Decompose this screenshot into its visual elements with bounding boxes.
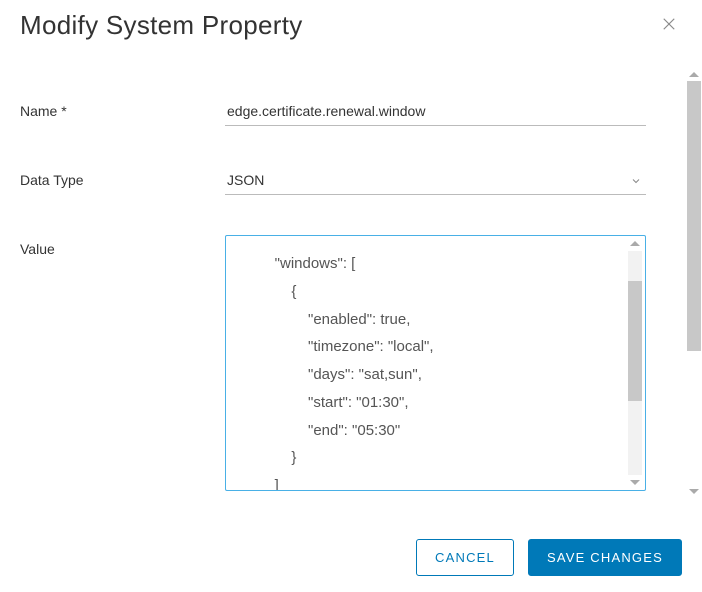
- dialog-body: Name * Data Type JSON: [20, 49, 682, 479]
- scroll-track: [687, 81, 701, 485]
- value-scrollbar[interactable]: [627, 238, 643, 488]
- close-button[interactable]: [656, 11, 682, 40]
- name-label-text: Name: [20, 103, 57, 119]
- cancel-button[interactable]: Cancel: [416, 539, 514, 576]
- datatype-row: Data Type JSON: [20, 166, 646, 195]
- modify-system-property-dialog: Modify System Property Name * Data Ty: [0, 0, 702, 592]
- required-mark: *: [61, 103, 66, 119]
- value-textarea[interactable]: [226, 236, 645, 490]
- scroll-up-icon: [689, 72, 699, 77]
- chevron-down-icon: [630, 174, 642, 190]
- scroll-up-icon: [630, 241, 640, 246]
- datatype-label: Data Type: [20, 166, 225, 188]
- scroll-thumb[interactable]: [628, 281, 642, 401]
- scroll-down-icon: [689, 489, 699, 494]
- name-label: Name *: [20, 97, 225, 119]
- value-label: Value: [20, 235, 225, 257]
- value-textarea-wrap: [225, 235, 646, 491]
- dialog-footer: Cancel Save Changes: [416, 539, 682, 576]
- dialog-scrollbar[interactable]: [686, 70, 702, 496]
- scroll-thumb[interactable]: [687, 81, 701, 351]
- dialog-title: Modify System Property: [20, 10, 303, 41]
- close-icon: [660, 15, 678, 36]
- name-row: Name *: [20, 97, 646, 126]
- scroll-down-icon: [630, 480, 640, 485]
- scroll-track: [628, 251, 642, 475]
- form-area: Name * Data Type JSON: [20, 49, 682, 491]
- datatype-value: JSON: [227, 172, 264, 188]
- save-changes-button[interactable]: Save Changes: [528, 539, 682, 576]
- dialog-header: Modify System Property: [20, 0, 682, 49]
- name-input[interactable]: [225, 97, 646, 126]
- datatype-select[interactable]: JSON: [225, 166, 646, 195]
- value-row: Value: [20, 235, 646, 491]
